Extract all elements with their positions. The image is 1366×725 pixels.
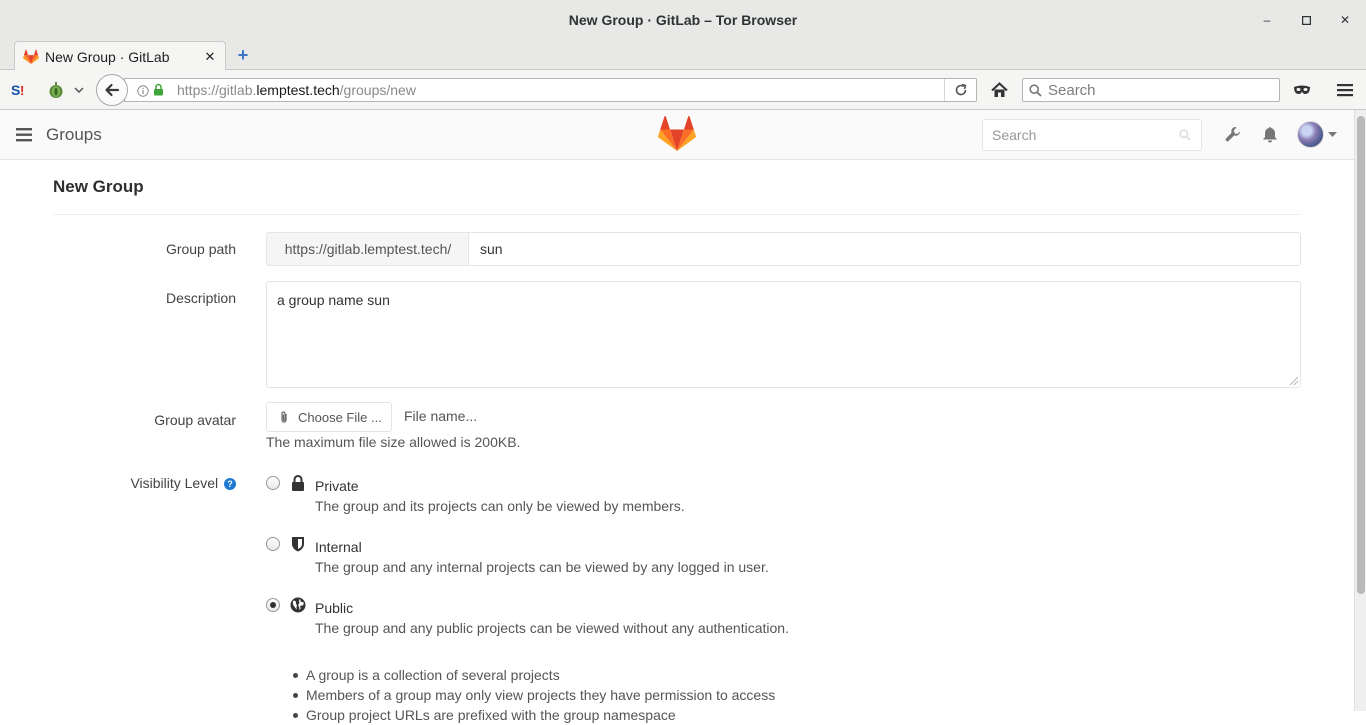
maximize-button[interactable] bbox=[1296, 10, 1316, 30]
group-info-list: A group is a collection of several proje… bbox=[292, 665, 775, 725]
window-titlebar: New Group · GitLab – Tor Browser ‒ ✕ bbox=[0, 0, 1366, 40]
tab-strip: New Group · GitLab ✕ + bbox=[0, 40, 1366, 71]
visibility-option-public[interactable]: Public The group and any public projects… bbox=[264, 596, 964, 648]
bell-icon bbox=[1263, 127, 1277, 143]
tab-new-group[interactable]: New Group · GitLab ✕ bbox=[14, 41, 226, 71]
secure-lock-icon bbox=[153, 83, 164, 101]
shield-icon bbox=[290, 535, 306, 553]
textarea-resize-handle[interactable] bbox=[1290, 377, 1298, 385]
list-item: Members of a group may only view project… bbox=[292, 685, 775, 705]
visibility-option-private[interactable]: Private The group and its projects can o… bbox=[264, 474, 964, 526]
gitlab-tanuki-icon bbox=[658, 116, 696, 151]
search-icon bbox=[1029, 83, 1042, 97]
scrollbar-thumb[interactable] bbox=[1357, 116, 1365, 594]
gitlab-search-placeholder: Search bbox=[992, 127, 1037, 143]
gitlab-search-input[interactable]: Search bbox=[982, 119, 1202, 151]
choose-file-button[interactable]: Choose File ... bbox=[266, 402, 392, 432]
minimize-button[interactable]: ‒ bbox=[1257, 10, 1277, 30]
maximize-icon bbox=[1301, 15, 1311, 25]
reload-button[interactable] bbox=[944, 79, 976, 101]
window-title: New Group · GitLab – Tor Browser bbox=[568, 12, 798, 28]
radio-private[interactable] bbox=[266, 476, 280, 490]
visibility-option-internal[interactable]: Internal The group and any internal proj… bbox=[264, 537, 964, 587]
browser-search-field[interactable]: Search bbox=[1022, 78, 1280, 102]
private-mask-icon[interactable] bbox=[1292, 78, 1312, 102]
noscript-icon[interactable]: S! bbox=[10, 78, 30, 102]
wrench-icon bbox=[1225, 126, 1240, 142]
group-path-prefix: https://gitlab.lemptest.tech/ bbox=[266, 232, 469, 266]
svg-text:!: ! bbox=[20, 83, 24, 98]
back-arrow-icon bbox=[105, 83, 120, 97]
site-info-icon[interactable] bbox=[137, 84, 149, 102]
header-section-title[interactable]: Groups bbox=[46, 125, 102, 145]
gitlab-favicon-icon bbox=[23, 48, 39, 64]
lock-icon bbox=[290, 474, 306, 492]
chevron-down-icon bbox=[1328, 131, 1337, 137]
hamburger-menu-icon bbox=[1337, 84, 1353, 97]
visibility-description: The group and any internal projects can … bbox=[315, 559, 769, 575]
paperclip-icon bbox=[281, 410, 287, 423]
sidebar-toggle-button[interactable] bbox=[16, 128, 32, 147]
group-avatar-label: Group avatar bbox=[154, 412, 236, 428]
visibility-level-label: Visibility Level ? bbox=[0, 475, 236, 491]
back-button[interactable] bbox=[96, 74, 128, 106]
notifications-button[interactable] bbox=[1262, 126, 1278, 148]
file-name-text: File name... bbox=[404, 408, 478, 424]
list-item: A group is a collection of several proje… bbox=[292, 665, 775, 685]
user-menu-button[interactable] bbox=[1297, 121, 1337, 148]
radio-internal[interactable] bbox=[266, 537, 280, 551]
home-icon bbox=[990, 82, 1008, 97]
browser-search-placeholder: Search bbox=[1048, 81, 1096, 99]
page-scrollbar[interactable] bbox=[1354, 110, 1366, 711]
avatar bbox=[1297, 121, 1324, 148]
close-window-button[interactable]: ✕ bbox=[1335, 10, 1355, 30]
description-label: Description bbox=[165, 290, 236, 306]
gitlab-logo[interactable] bbox=[658, 116, 696, 157]
svg-text:S: S bbox=[11, 82, 20, 98]
home-button[interactable] bbox=[989, 78, 1009, 102]
tab-close-button[interactable]: ✕ bbox=[203, 49, 217, 65]
tor-menu-chevron-down-icon[interactable] bbox=[72, 78, 86, 102]
new-tab-button[interactable]: + bbox=[234, 45, 252, 65]
hamburger-menu-icon bbox=[16, 128, 32, 142]
title-divider bbox=[53, 214, 1301, 215]
address-bar[interactable]: https://gitlab.lemptest.tech/groups/new bbox=[124, 78, 977, 102]
tor-onion-icon[interactable] bbox=[46, 78, 66, 102]
browser-toolbar: S! https://gitlab.lemptest.tech/groups/n… bbox=[0, 70, 1366, 110]
choose-file-label: Choose File ... bbox=[298, 409, 382, 425]
group-path-label: Group path bbox=[165, 241, 236, 257]
search-icon bbox=[1179, 129, 1191, 141]
visibility-name: Private bbox=[315, 478, 359, 494]
description-textarea[interactable]: a group name sun bbox=[266, 281, 1301, 388]
radio-public[interactable] bbox=[266, 598, 280, 612]
help-icon[interactable]: ? bbox=[224, 478, 236, 490]
group-path-input[interactable]: sun bbox=[468, 232, 1301, 266]
page-title: New Group bbox=[53, 177, 144, 196]
reload-icon bbox=[955, 83, 966, 96]
browser-menu-button[interactable] bbox=[1335, 78, 1355, 102]
description-text: a group name sun bbox=[277, 292, 390, 308]
globe-icon bbox=[290, 596, 306, 614]
admin-area-button[interactable] bbox=[1225, 126, 1241, 147]
tab-label: New Group · GitLab bbox=[45, 48, 170, 65]
visibility-description: The group and its projects can only be v… bbox=[315, 498, 685, 514]
visibility-description: The group and any public projects can be… bbox=[315, 620, 789, 636]
file-size-help: The maximum file size allowed is 200KB. bbox=[266, 434, 521, 450]
url-text: https://gitlab.lemptest.tech/groups/new bbox=[177, 82, 416, 98]
gitlab-header: Groups Search bbox=[0, 110, 1354, 160]
list-item: Group project URLs are prefixed with the… bbox=[292, 705, 775, 725]
visibility-name: Internal bbox=[315, 539, 362, 555]
visibility-name: Public bbox=[315, 600, 354, 616]
